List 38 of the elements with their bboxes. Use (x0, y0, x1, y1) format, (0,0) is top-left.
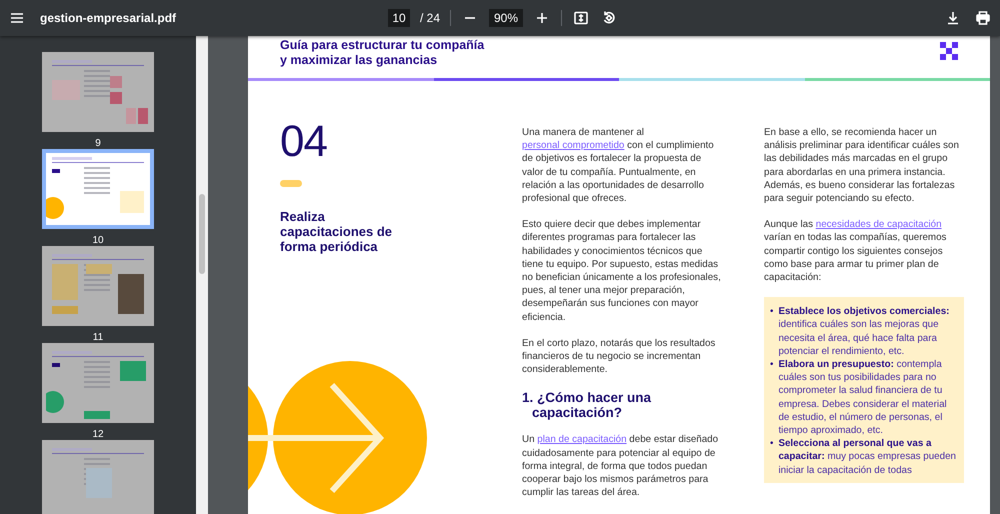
scrollbar-thumb[interactable] (199, 194, 205, 274)
text-link[interactable]: personal (522, 140, 562, 152)
text-link[interactable]: plan de capacitación (537, 434, 627, 446)
page-number-label: 11 (92, 332, 104, 343)
text-link[interactable]: comprometido (562, 140, 624, 152)
page-number-label: 9 (95, 138, 101, 149)
logo-icon (940, 42, 958, 60)
subheading: 1. ¿Cómo hacer una capacitación? (522, 390, 652, 420)
page-total: / 24 (420, 11, 440, 25)
print-icon[interactable] (974, 9, 992, 27)
paragraph: Aunque las necesidades de capacitación varían en todas las compañías, queremos compartir contigo los siguientes consejos como base para armar tu primer plan de capacitación: (764, 218, 948, 284)
accent-bar (280, 180, 302, 187)
section-heading: Realiza capacitaciones de forma periódica (280, 209, 393, 254)
bullet-item: Establece los objetivos comerciales: identifica cuáles son las mejoras que necesita el área, qué hace falta para potenciar el rendimiento, etc. (778, 305, 950, 358)
bullet-marker: • (770, 305, 774, 320)
page-thumbnail[interactable] (42, 52, 154, 132)
bullet-marker: • (770, 358, 774, 372)
page-thumbnail[interactable] (42, 149, 154, 229)
section-number: 04 (280, 117, 327, 167)
page-title: Guía para estructurar tu compañía y maximizar las ganancias (280, 38, 484, 69)
bullet-item: Selecciona al personal que vas a capacitar: muy pocas empresas pueden iniciar la capacitación de todas (778, 437, 957, 477)
paragraph: Un plan de capacitación debe estar diseñado cuidadosamente para potenciar al equipo de forma integral, de forma que todos puedan cooperar bajo los mismos parámetros para cumplir las tareas del área. (522, 433, 720, 500)
paragraph: En base a ello, se recomienda hacer un análisis preliminar para identificar cuáles son las debilidades más marcadas en el grupo para abordarlas en una primera instancia. Además, es bueno considerar las fortalezas para seguir potenciando su efecto. (764, 126, 960, 206)
bullet-marker: • (770, 437, 774, 452)
fit-page-icon[interactable] (572, 9, 590, 27)
page-number-field[interactable]: 10 (388, 9, 410, 27)
page-thumbnail[interactable] (42, 343, 154, 423)
text-link[interactable]: necesidades de capacitación (816, 219, 942, 230)
page-number-label: 10 (92, 235, 104, 246)
bullet-item: Elabora un presupuesto: contempla cuáles son tus posibilidades para no comprometer la salud financiera de tu empresa. Debes considerar el material de estudio, el número de personas, el tiempo aproximado, etc. (778, 358, 948, 438)
file-name: gestion-empresarial.pdf (40, 11, 176, 25)
page-thumbnail[interactable] (42, 246, 154, 326)
page-number-label: 12 (92, 429, 104, 440)
paragraph: En el corto plazo, notarás que los resultados financieros de tu negocio se incrementan considerablemente. (522, 336, 716, 376)
page-thumbnail[interactable] (42, 440, 154, 514)
zoom-field[interactable]: 90% (489, 9, 524, 27)
paragraph: Esto quiere decir que debes implementar diferentes programas para fortalecer las habilidades y conocimientos técnicos que tiene tu equipo. Por supuesto, estas medidas no benefician únicamente a los profesionales, pues, al tener una mejor preparación, desempeñarán sus funciones con mayor eficiencia. (522, 218, 722, 324)
paragraph: Una manera de mantener al personal comprometido con el cumplimiento de objetivos es fortalecer la propuesta de valor de tu compañía. Puntualmente, en relación a las oportunidades de desarrollo profesional que ofreces. (522, 126, 715, 206)
